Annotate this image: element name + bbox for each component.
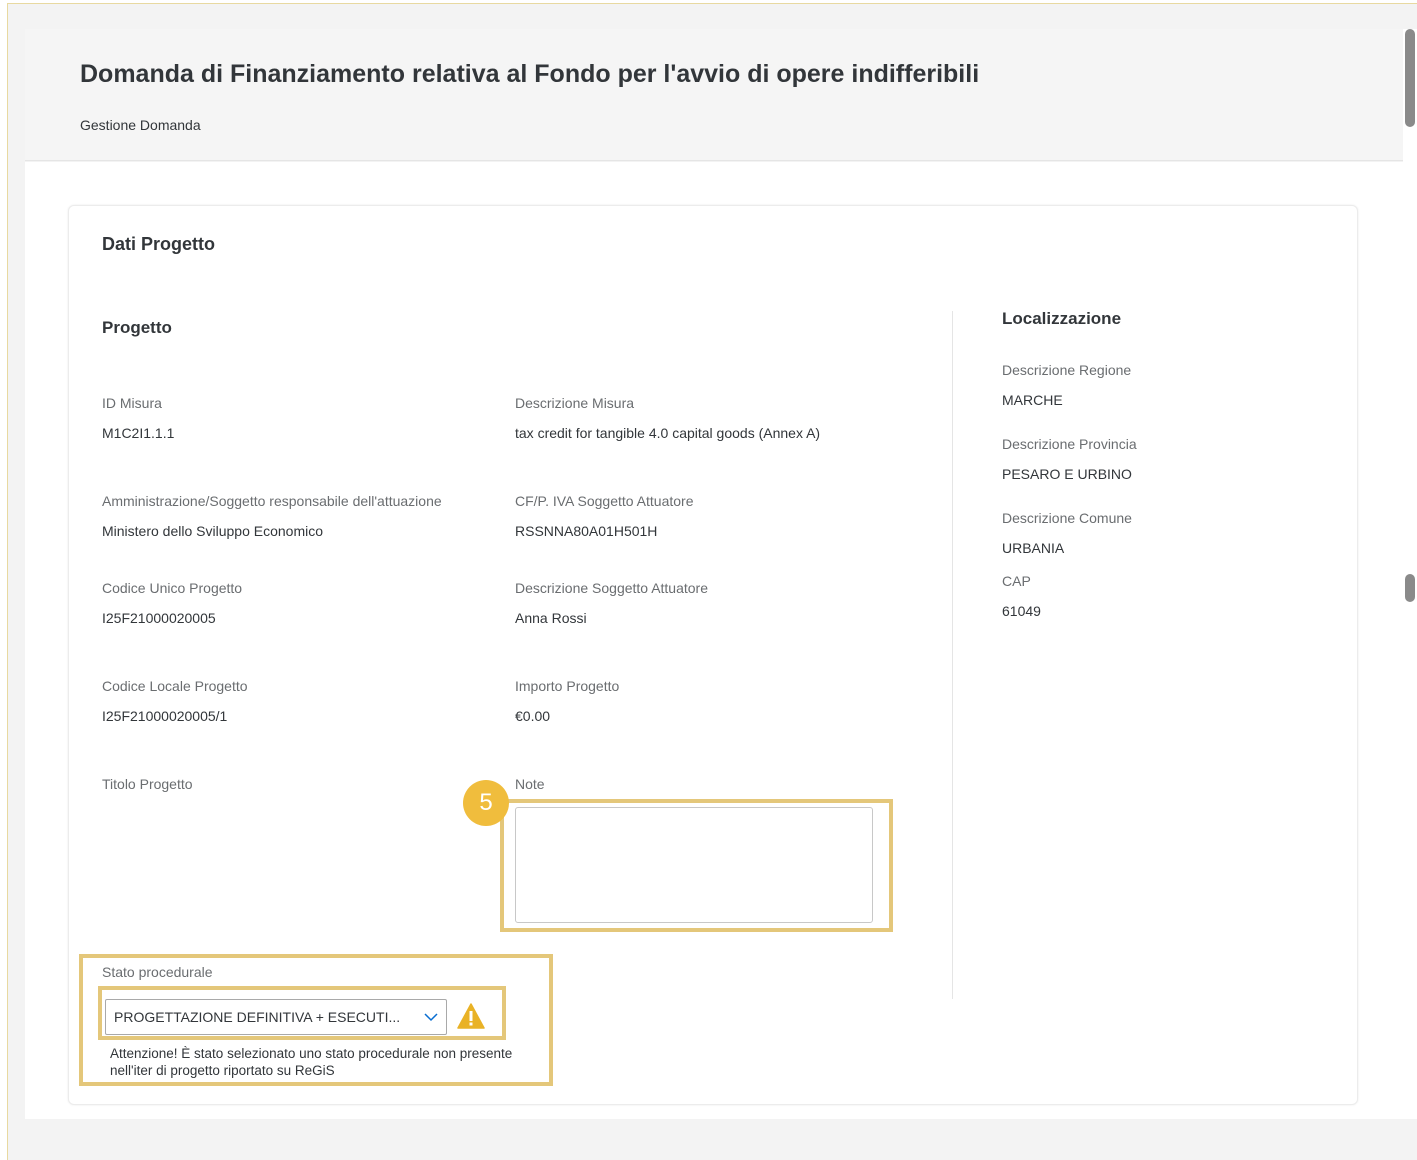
- descrizione-misura-label: Descrizione Misura: [515, 395, 635, 411]
- codice-unico-value: I25F21000020005: [102, 610, 216, 626]
- titolo-label: Titolo Progetto: [102, 776, 193, 792]
- card-title: Dati Progetto: [102, 234, 216, 254]
- stato-procedurale-select[interactable]: PROGETTAZIONE DEFINITIVA + ESECUTI...: [105, 999, 447, 1035]
- column-divider: [952, 311, 953, 999]
- dati-progetto-card: Dati Progetto Progetto ID Misura M1C2I1.…: [68, 205, 1358, 1105]
- regione-label: Descrizione Regione: [1002, 362, 1132, 378]
- amministrazione-value: Ministero dello Sviluppo Economico: [102, 523, 323, 539]
- content-area: Dati Progetto Progetto ID Misura M1C2I1.…: [25, 162, 1403, 1119]
- comune-value: URBANIA: [1002, 540, 1065, 556]
- codice-locale-label: Codice Locale Progetto: [102, 678, 248, 694]
- provincia-value: PESARO E URBINO: [1002, 466, 1132, 482]
- stato-procedurale-selected: PROGETTAZIONE DEFINITIVA + ESECUTI...: [114, 1009, 401, 1025]
- localizzazione-title: Localizzazione: [1002, 309, 1122, 328]
- breadcrumb[interactable]: Gestione Domanda: [80, 117, 201, 133]
- scrollbar-thumb-inner[interactable]: [1405, 574, 1415, 602]
- provincia-label: Descrizione Provincia: [1002, 436, 1137, 452]
- cap-value: 61049: [1002, 603, 1041, 619]
- progetto-title: Progetto: [102, 318, 172, 337]
- codice-unico-label: Codice Unico Progetto: [102, 580, 243, 596]
- stato-procedurale-label: Stato procedurale: [102, 964, 213, 980]
- note-label: Note: [515, 776, 545, 792]
- cf-piva-value: RSSNNA80A01H501H: [515, 523, 658, 539]
- page-title: Domanda di Finanziamento relativa al Fon…: [80, 60, 980, 88]
- descrizione-soggetto-value: Anna Rossi: [515, 610, 587, 626]
- warning-icon: [457, 1003, 485, 1029]
- importo-value: €0.00: [515, 708, 551, 724]
- id-misura-value: M1C2I1.1.1: [102, 425, 175, 441]
- codice-locale-value: I25F21000020005/1: [102, 708, 228, 724]
- descrizione-soggetto-label: Descrizione Soggetto Attuatore: [515, 580, 709, 596]
- step-badge: 5: [463, 780, 509, 826]
- importo-label: Importo Progetto: [515, 678, 620, 694]
- page-header: Domanda di Finanziamento relativa al Fon…: [25, 29, 1403, 161]
- descrizione-misura-value: tax credit for tangible 4.0 capital good…: [515, 425, 821, 441]
- cap-label: CAP: [1002, 573, 1031, 589]
- scrollbar-thumb-outer[interactable]: [1405, 29, 1415, 127]
- amministrazione-label: Amministrazione/Soggetto responsabile de…: [102, 493, 442, 509]
- id-misura-label: ID Misura: [102, 395, 162, 411]
- note-textarea[interactable]: [515, 807, 873, 923]
- app-window: Domanda di Finanziamento relativa al Fon…: [25, 29, 1417, 1160]
- regione-value: MARCHE: [1002, 392, 1063, 408]
- chevron-down-icon[interactable]: [416, 1012, 446, 1022]
- stato-warning-text: Attenzione! È stato selezionato uno stat…: [110, 1046, 513, 1078]
- cf-piva-label: CF/P. IVA Soggetto Attuatore: [515, 493, 694, 509]
- scrollbar-track[interactable]: [1403, 29, 1417, 1119]
- comune-label: Descrizione Comune: [1002, 510, 1132, 526]
